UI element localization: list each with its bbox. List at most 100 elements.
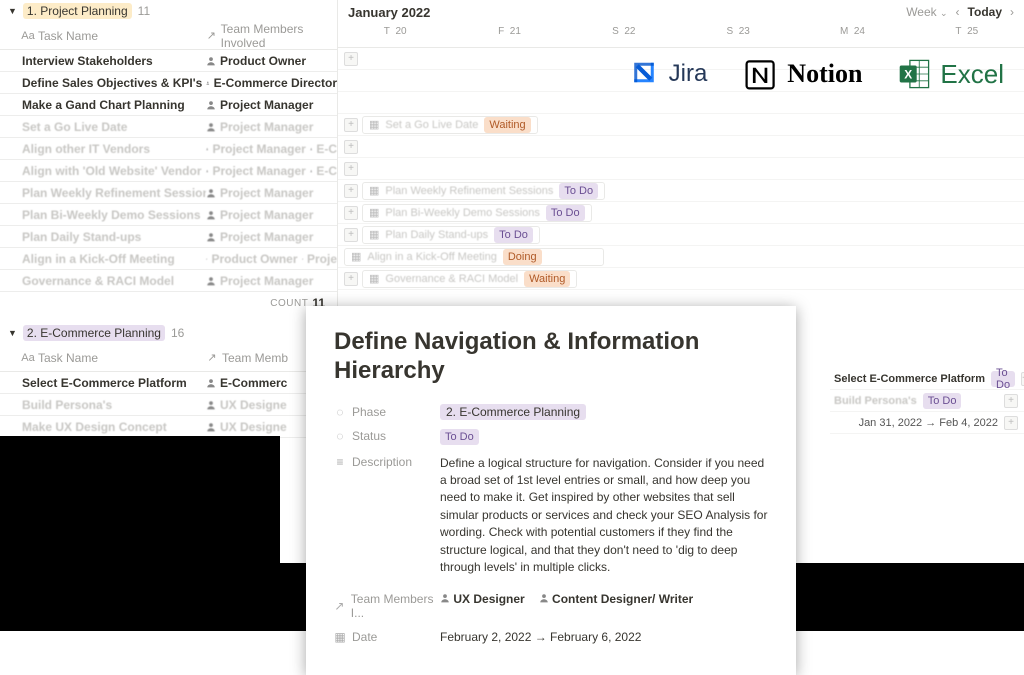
table-row[interactable]: Align with 'Old Website' VendorProject M… (0, 160, 337, 182)
add-icon[interactable]: + (344, 118, 358, 132)
calendar-icon: ▦ (334, 631, 346, 643)
section1-tag[interactable]: 1. Project Planning (23, 3, 132, 19)
circle-icon: ◌ (334, 406, 346, 418)
members-cell: Product Owner (206, 54, 337, 68)
table-row[interactable]: Plan Daily Stand-upsProject Manager (0, 226, 337, 248)
calendar-day-header: T 20F 21S 22S 23M 24T 25 (338, 24, 1024, 48)
calendar-row[interactable]: + ▦Plan Bi-Weekly Demo SessionsTo Do (338, 202, 1024, 224)
table-row[interactable]: Plan Weekly Refinement SessionsProject M… (0, 182, 337, 204)
calendar-row[interactable]: + (338, 158, 1024, 180)
section2-header[interactable]: ▼ 2. E-Commerce Planning 16 (0, 322, 338, 344)
next-week-button[interactable]: › (1010, 5, 1014, 19)
status-pill: To Do (991, 371, 1015, 387)
table-row[interactable]: Interview StakeholdersProduct Owner (0, 50, 337, 72)
calendar-row[interactable]: + ▦Set a Go Live DateWaiting (338, 114, 1024, 136)
calendar-row[interactable]: + ▦Plan Weekly Refinement SessionsTo Do (338, 180, 1024, 202)
excel-logo: X Excel (898, 57, 1004, 91)
event-text: Build Persona's (834, 395, 917, 407)
table-row[interactable]: Align other IT VendorsProject ManagerE-C (0, 138, 337, 160)
section1-count-row: COUNT 11 (0, 292, 337, 314)
section1-header[interactable]: ▼ 1. Project Planning 11 (0, 0, 337, 22)
calendar-event[interactable]: ▦Align in a Kick-Off MeetingDoing (344, 248, 604, 266)
task-cell: Align other IT Vendors (0, 142, 206, 156)
task-cell: Align in a Kick-Off Meeting (0, 252, 206, 266)
view-select[interactable]: Week ⌄ (906, 5, 947, 19)
members-cell: Project Manager (206, 230, 337, 244)
calendar-row[interactable]: + (338, 136, 1024, 158)
description-label: Description (352, 455, 412, 469)
table-row[interactable]: Set a Go Live DateProject Manager (0, 116, 337, 138)
chevron-down-icon: ⌄ (940, 8, 948, 18)
add-icon[interactable]: + (344, 272, 358, 286)
calendar-event[interactable]: ▦Plan Daily Stand-upsTo Do (362, 226, 540, 244)
add-icon[interactable]: + (1004, 394, 1018, 408)
col-task-name: Task Name (38, 351, 98, 365)
table-row[interactable]: Align in a Kick-Off MeetingProduct Owner… (0, 248, 337, 270)
task-cell: Make a Gand Chart Planning (0, 98, 206, 112)
section1-count: 11 (138, 4, 150, 18)
task-cell: Align with 'Old Website' Vendor (0, 164, 206, 178)
table-row[interactable]: Define Sales Objectives & KPI'sE-Commerc… (0, 72, 337, 94)
table-row[interactable]: Plan Bi-Weekly Demo SessionsProject Mana… (0, 204, 337, 226)
add-icon[interactable]: + (344, 52, 358, 66)
task-cell: Plan Daily Stand-ups (0, 230, 206, 244)
col-team-members: Team Memb (222, 351, 288, 365)
task-cell: Set a Go Live Date (0, 120, 206, 134)
status-pill: Waiting (524, 271, 570, 287)
add-icon[interactable]: + (344, 184, 358, 198)
logos-overlay: Jira Notion X Excel (627, 56, 1004, 92)
table-row[interactable]: Make UX Design ConceptUX Designe (0, 416, 338, 438)
description-value: Define a logical structure for navigatio… (440, 455, 768, 577)
prop-description: ≡Description Define a logical structure … (334, 450, 768, 582)
arrow-up-right-icon: ↗ (334, 600, 345, 612)
today-button[interactable]: Today (968, 5, 1002, 19)
arrow-up-right-icon: ↗ (206, 352, 218, 364)
add-icon[interactable]: + (344, 206, 358, 220)
add-icon[interactable]: + (344, 228, 358, 242)
calendar-row[interactable]: ▦Align in a Kick-Off MeetingDoing (338, 246, 1024, 268)
timeline-row[interactable]: Select E-Commerce Platform To Do + (830, 368, 1024, 390)
task-detail-popup: Define Navigation & Information Hierarch… (306, 306, 796, 675)
add-icon[interactable]: + (344, 140, 358, 154)
calendar-event[interactable]: ▦Set a Go Live DateWaiting (362, 116, 538, 134)
calendar-row[interactable]: + ▦Plan Daily Stand-upsTo Do (338, 224, 1024, 246)
calendar-event[interactable]: ▦Plan Weekly Refinement SessionsTo Do (362, 182, 605, 200)
section2-tag[interactable]: 2. E-Commerce Planning (23, 325, 165, 341)
count-label: COUNT (270, 298, 308, 309)
table-row[interactable]: Select E-Commerce PlatformE-Commerc (0, 372, 338, 394)
table-row[interactable]: Governance & RACI ModelProject Manager (0, 270, 337, 292)
section2: ▼ 2. E-Commerce Planning 16 Aa Task Name… (0, 322, 338, 438)
timeline-row[interactable]: Build Persona's To Do + (830, 390, 1024, 412)
task-cell: Select E-Commerce Platform (0, 376, 206, 390)
section2-right-timeline: Select E-Commerce Platform To Do + Build… (830, 368, 1024, 434)
toggle-icon[interactable]: ▼ (8, 6, 17, 16)
prop-status: ◌Status To Do (334, 424, 768, 450)
add-icon[interactable]: + (1004, 416, 1018, 430)
table-row[interactable]: Make a Gand Chart PlanningProject Manage… (0, 94, 337, 116)
calendar-event[interactable]: ▦Plan Bi-Weekly Demo SessionsTo Do (362, 204, 592, 222)
calendar-row[interactable]: + ▦Governance & RACI ModelWaiting (338, 268, 1024, 290)
notion-label: Notion (787, 59, 862, 89)
add-icon[interactable]: + (344, 162, 358, 176)
calendar-event[interactable]: ▦Governance & RACI ModelWaiting (362, 270, 577, 288)
date-range: Jan 31, 2022 → Feb 4, 2022 (859, 417, 998, 429)
team-label: Team Members I... (351, 592, 440, 620)
toggle-icon[interactable]: ▼ (8, 328, 17, 338)
phase-value[interactable]: 2. E-Commerce Planning (440, 404, 586, 420)
day-column-header: S 22 (567, 24, 681, 47)
prop-phase: ◌Phase 2. E-Commerce Planning (334, 400, 768, 424)
svg-text:X: X (905, 67, 913, 81)
members-cell: Project Manager (206, 208, 337, 222)
section2-count: 16 (171, 326, 184, 340)
status-value[interactable]: To Do (440, 429, 479, 445)
table-row[interactable]: Build Persona'sUX Designe (0, 394, 338, 416)
calendar-row[interactable] (338, 92, 1024, 114)
calendar-controls: Week ⌄ ‹ Today › (906, 5, 1014, 19)
prev-week-button[interactable]: ‹ (956, 5, 960, 19)
calendar-month: January 2022 (348, 5, 430, 20)
status-label: Status (352, 429, 386, 443)
task-cell: Governance & RACI Model (0, 274, 206, 288)
timeline-date-row: Jan 31, 2022 → Feb 4, 2022 + (830, 412, 1024, 434)
day-column-header: T 25 (910, 24, 1024, 47)
jira-logo: Jira (627, 57, 708, 91)
